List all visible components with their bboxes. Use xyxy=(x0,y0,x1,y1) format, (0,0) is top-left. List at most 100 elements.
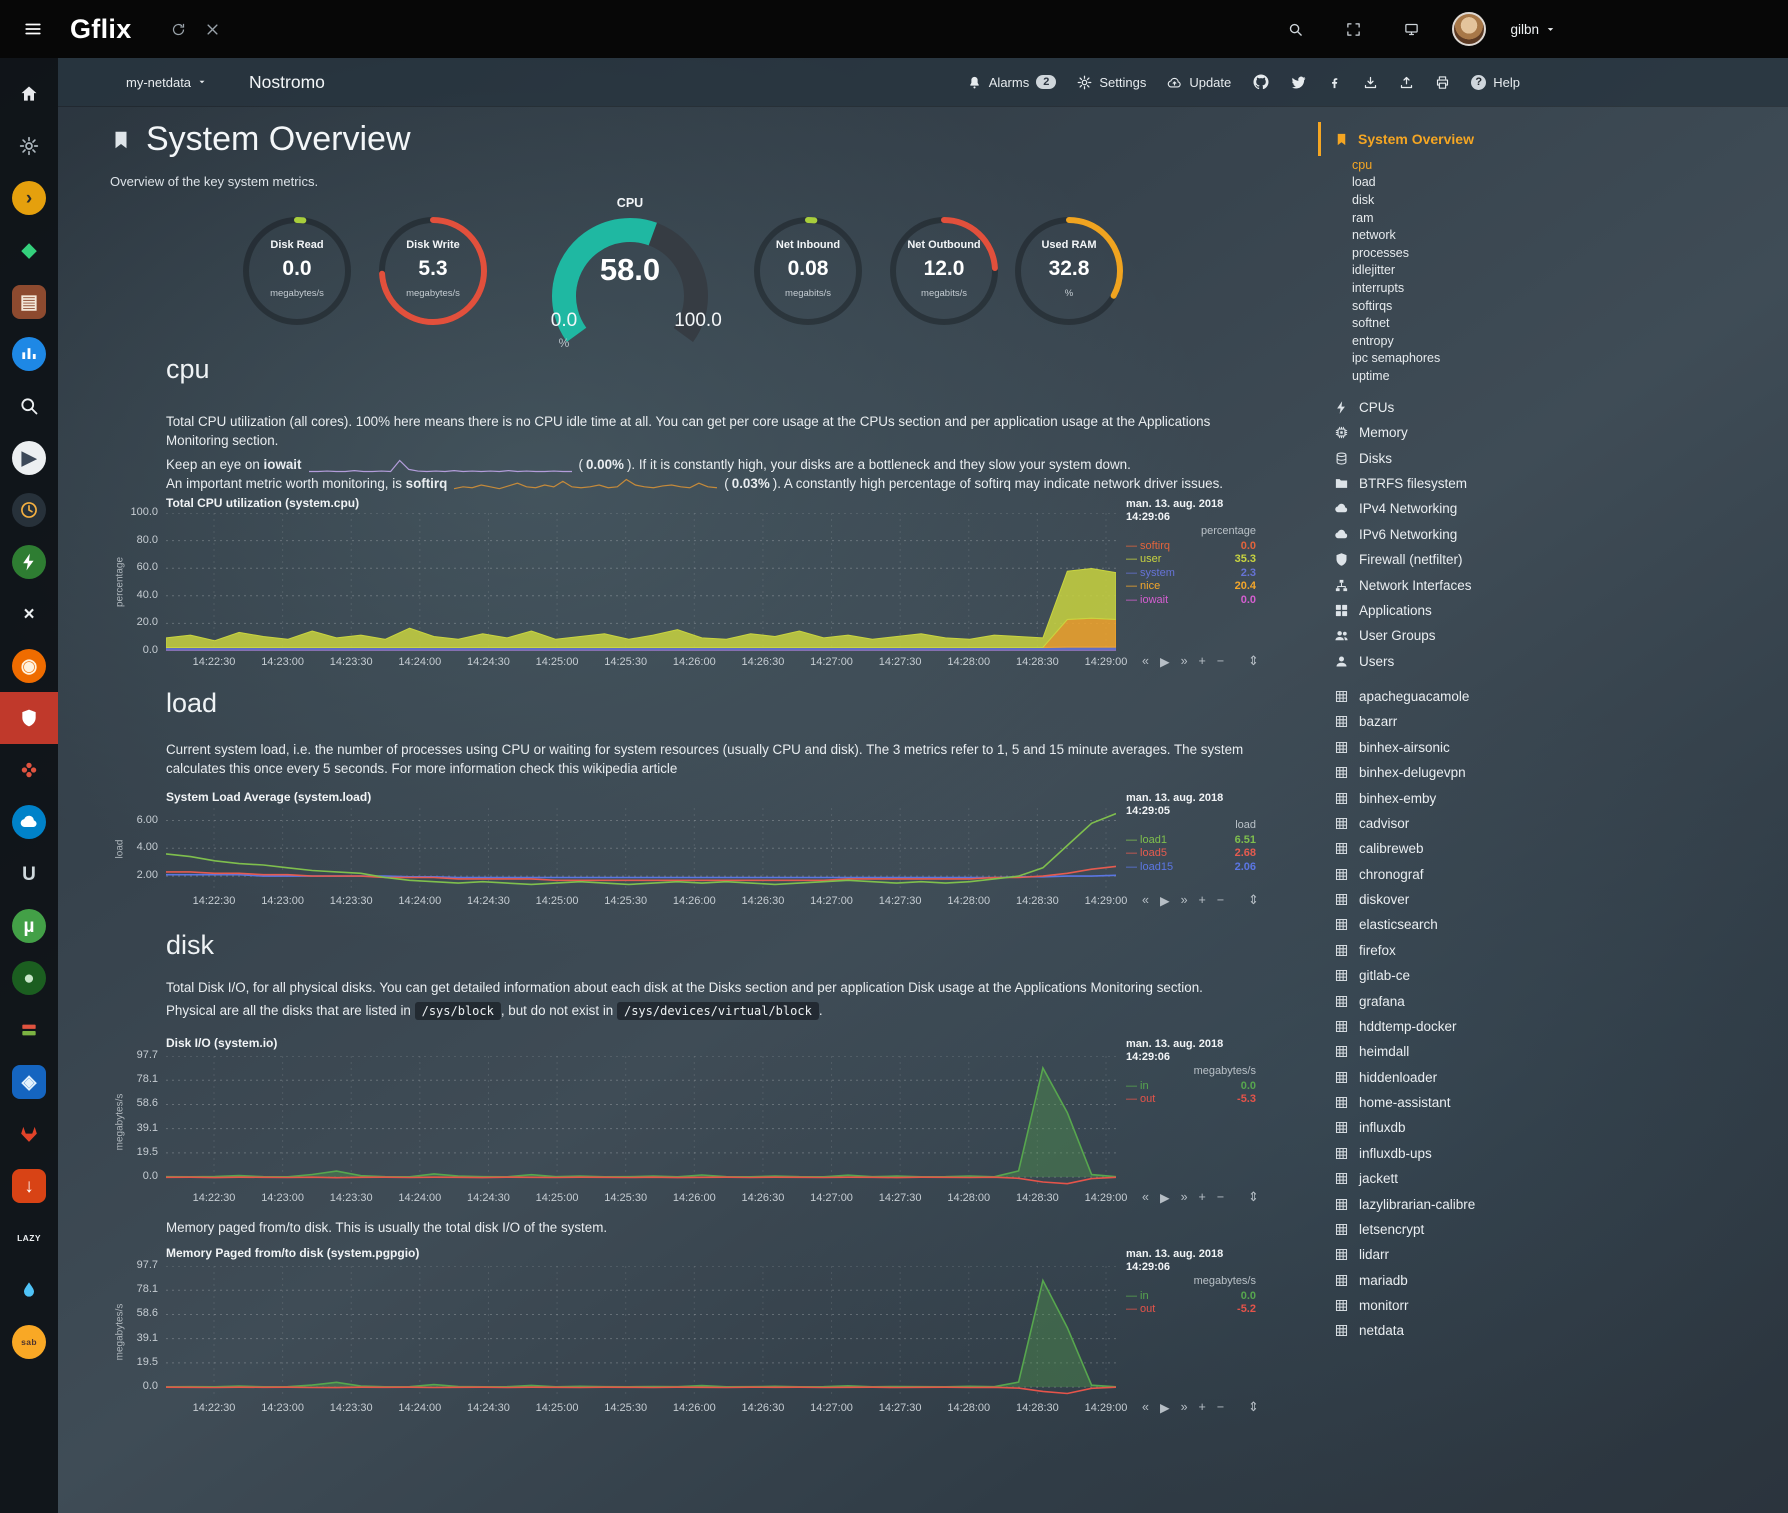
menu-app-firefox[interactable]: firefox xyxy=(1318,938,1788,963)
twitter-icon[interactable] xyxy=(1291,75,1306,90)
settings-icon[interactable] xyxy=(0,120,58,172)
cross-app-icon[interactable]: × xyxy=(0,588,58,640)
menu-app-cadvisor[interactable]: cadvisor xyxy=(1318,811,1788,836)
submenu-softirqs[interactable]: softirqs xyxy=(1318,297,1788,315)
search-app-icon[interactable] xyxy=(0,380,58,432)
github-icon[interactable] xyxy=(1252,73,1270,91)
duplicati-icon[interactable] xyxy=(0,1004,58,1056)
menu-section-ipv6-networking[interactable]: IPv6 Networking xyxy=(1318,522,1788,547)
menu-app-grafana[interactable]: grafana xyxy=(1318,988,1788,1013)
pan-left-button[interactable]: « xyxy=(1142,1400,1149,1415)
menu-app-apacheguacamole[interactable]: apacheguacamole xyxy=(1318,684,1788,709)
nextcloud-icon[interactable] xyxy=(0,796,58,848)
menu-app-influxdb-ups[interactable]: influxdb-ups xyxy=(1318,1141,1788,1166)
airsonic-icon[interactable] xyxy=(0,328,58,380)
menu-app-diskover[interactable]: diskover xyxy=(1318,887,1788,912)
server-dropdown[interactable]: my-netdata xyxy=(126,75,207,90)
sabnzbd-icon[interactable]: sab xyxy=(0,1316,58,1368)
menu-app-chronograf[interactable]: chronograf xyxy=(1318,861,1788,886)
chart-plot-area[interactable] xyxy=(166,808,1116,890)
menu-section-ipv4-networking[interactable]: IPv4 Networking xyxy=(1318,496,1788,521)
alarms-button[interactable]: Alarms 2 xyxy=(967,75,1057,90)
green-app-icon[interactable]: ● xyxy=(0,952,58,1004)
chart-pgpgio[interactable]: Memory Paged from/to disk (system.pgpgio… xyxy=(110,1246,1295,1446)
menu-app-elasticsearch[interactable]: elasticsearch xyxy=(1318,912,1788,937)
display-icon[interactable] xyxy=(1394,12,1428,46)
menu-app-influxdb[interactable]: influxdb xyxy=(1318,1115,1788,1140)
zoom-in-button[interactable]: + xyxy=(1199,893,1206,908)
submenu-uptime[interactable]: uptime xyxy=(1318,367,1788,385)
chart-plot-area[interactable] xyxy=(166,1266,1116,1397)
search-icon[interactable] xyxy=(1278,12,1312,46)
submenu-ipc-semaphores[interactable]: ipc semaphores xyxy=(1318,350,1788,368)
menu-section-btrfs-filesystem[interactable]: BTRFS filesystem xyxy=(1318,471,1788,496)
pan-right-button[interactable]: » xyxy=(1181,654,1188,669)
zoom-out-button[interactable]: − xyxy=(1217,654,1224,669)
chart-resize-handle[interactable]: ⇕ xyxy=(1248,653,1259,669)
zoom-out-button[interactable]: − xyxy=(1217,1400,1224,1415)
radarr-icon[interactable]: ◆ xyxy=(0,224,58,276)
pan-left-button[interactable]: « xyxy=(1142,893,1149,908)
menu-section-firewall-netfilter-[interactable]: Firewall (netfilter) xyxy=(1318,547,1788,572)
shield-app-icon[interactable] xyxy=(0,692,58,744)
gitlab-icon[interactable] xyxy=(0,1108,58,1160)
menu-app-binhex-emby[interactable]: binhex-emby xyxy=(1318,785,1788,810)
chart-resize-handle[interactable]: ⇕ xyxy=(1248,1189,1259,1205)
ubooquity-icon[interactable]: U xyxy=(0,848,58,900)
menu-app-monitorr[interactable]: monitorr xyxy=(1318,1293,1788,1318)
chart-plot-area[interactable] xyxy=(166,513,1116,651)
submenu-network[interactable]: network xyxy=(1318,226,1788,244)
fullscreen-icon[interactable] xyxy=(1336,12,1370,46)
droplet-app-icon[interactable] xyxy=(0,1264,58,1316)
close-icon[interactable] xyxy=(196,12,230,46)
hamburger-menu-icon[interactable] xyxy=(16,12,50,46)
zoom-out-button[interactable]: − xyxy=(1217,893,1224,908)
wikipedia-link[interactable]: wikipedia article xyxy=(583,761,678,776)
print-icon[interactable] xyxy=(1435,75,1450,90)
avatar[interactable] xyxy=(1452,12,1486,46)
settings-button[interactable]: Settings xyxy=(1077,75,1146,90)
utorrent-icon[interactable]: µ xyxy=(0,900,58,952)
calibre-icon[interactable]: ▤ xyxy=(0,276,58,328)
menu-app-hddtemp-docker[interactable]: hddtemp-docker xyxy=(1318,1014,1788,1039)
update-button[interactable]: Update xyxy=(1167,75,1231,90)
menu-app-netdata[interactable]: netdata xyxy=(1318,1318,1788,1343)
menu-app-bazarr[interactable]: bazarr xyxy=(1318,709,1788,734)
submenu-processes[interactable]: processes xyxy=(1318,244,1788,262)
menu-section-network-interfaces[interactable]: Network Interfaces xyxy=(1318,572,1788,597)
bolt-app-icon[interactable] xyxy=(0,536,58,588)
menu-section-user-groups[interactable]: User Groups xyxy=(1318,623,1788,648)
emby-icon[interactable]: ▶ xyxy=(0,432,58,484)
menu-section-memory[interactable]: Memory xyxy=(1318,420,1788,445)
submenu-disk[interactable]: disk xyxy=(1318,191,1788,209)
tautulli-icon[interactable] xyxy=(0,484,58,536)
zoom-in-button[interactable]: + xyxy=(1199,1400,1206,1415)
submenu-cpu[interactable]: cpu xyxy=(1318,156,1788,174)
flower-app-icon[interactable] xyxy=(0,744,58,796)
menu-system-overview[interactable]: System Overview xyxy=(1318,122,1788,156)
heimdall-app-icon[interactable]: ◈ xyxy=(0,1056,58,1108)
play-button[interactable]: ▶ xyxy=(1160,654,1170,669)
menu-section-cpus[interactable]: CPUs xyxy=(1318,395,1788,420)
target-app-icon[interactable]: ◉ xyxy=(0,640,58,692)
menu-app-calibreweb[interactable]: calibreweb xyxy=(1318,836,1788,861)
menu-section-users[interactable]: Users xyxy=(1318,648,1788,673)
refresh-icon[interactable] xyxy=(162,12,196,46)
submenu-interrupts[interactable]: interrupts xyxy=(1318,279,1788,297)
submenu-idlejitter[interactable]: idlejitter xyxy=(1318,262,1788,280)
menu-app-home-assistant[interactable]: home-assistant xyxy=(1318,1090,1788,1115)
submenu-load[interactable]: load xyxy=(1318,174,1788,192)
help-button[interactable]: ? Help xyxy=(1471,75,1520,90)
pan-right-button[interactable]: » xyxy=(1181,1400,1188,1415)
chart-plot-area[interactable] xyxy=(166,1056,1116,1187)
menu-app-jackett[interactable]: jackett xyxy=(1318,1166,1788,1191)
menu-app-heimdall[interactable]: heimdall xyxy=(1318,1039,1788,1064)
plex-icon[interactable]: › xyxy=(0,172,58,224)
play-button[interactable]: ▶ xyxy=(1160,893,1170,908)
menu-app-binhex-delugevpn[interactable]: binhex-delugevpn xyxy=(1318,760,1788,785)
menu-app-binhex-airsonic[interactable]: binhex-airsonic xyxy=(1318,735,1788,760)
menu-app-hiddenloader[interactable]: hiddenloader xyxy=(1318,1064,1788,1089)
menu-section-disks[interactable]: Disks xyxy=(1318,445,1788,470)
user-menu[interactable]: gilbn xyxy=(1510,22,1556,37)
submenu-softnet[interactable]: softnet xyxy=(1318,314,1788,332)
